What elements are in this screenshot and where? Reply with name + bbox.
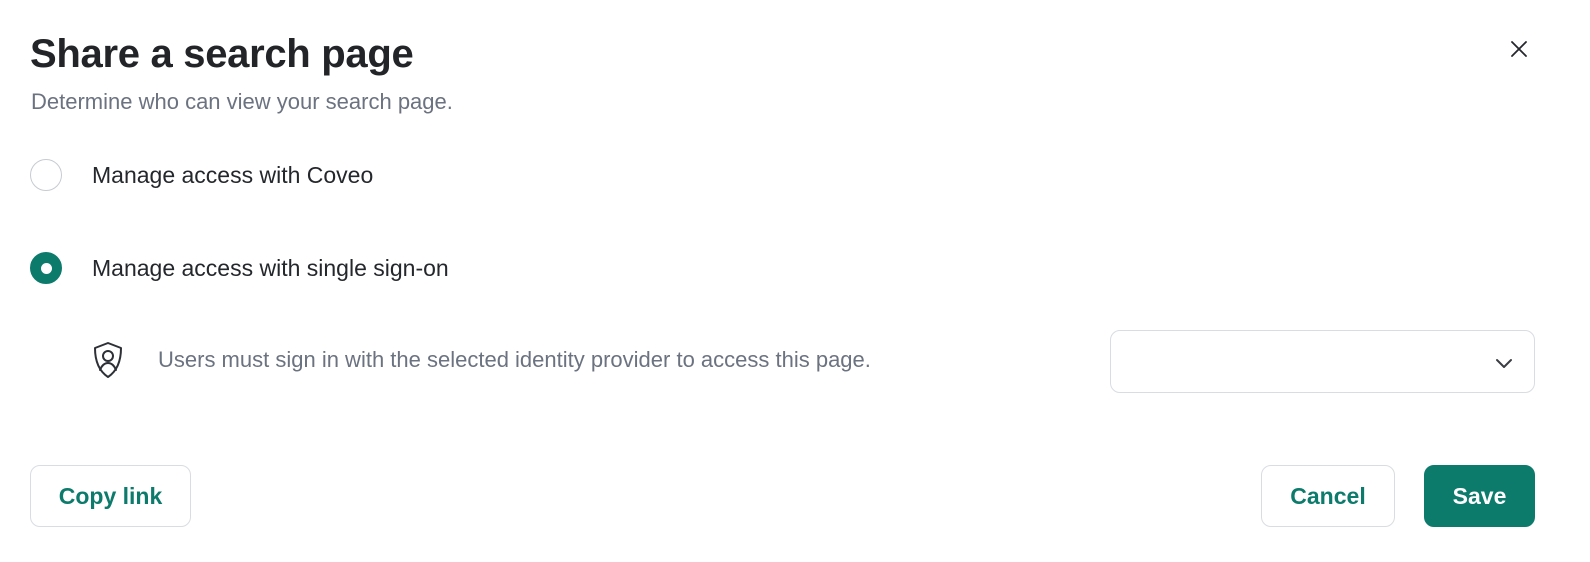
- copy-link-button[interactable]: Copy link: [30, 465, 191, 527]
- cancel-button[interactable]: Cancel: [1261, 465, 1395, 527]
- save-button[interactable]: Save: [1424, 465, 1535, 527]
- dialog-subtitle: Determine who can view your search page.: [31, 89, 453, 114]
- sso-description: Users must sign in with the selected ide…: [158, 347, 871, 372]
- radio-selected-dot: [40, 262, 52, 274]
- share-search-page-dialog: Share a search page Determine who can vi…: [0, 0, 1590, 562]
- radio-label-sso: Manage access with single sign-on: [92, 255, 449, 281]
- shield-user-icon: [90, 340, 126, 380]
- close-icon: [1511, 41, 1527, 57]
- radio-option-sso[interactable]: Manage access with single sign-on: [30, 251, 449, 285]
- sso-info: Users must sign in with the selected ide…: [90, 340, 871, 380]
- radio-button-sso[interactable]: [30, 252, 62, 284]
- chevron-down-icon: [1496, 359, 1512, 368]
- identity-provider-select[interactable]: [1110, 330, 1535, 393]
- radio-label-coveo: Manage access with Coveo: [92, 162, 374, 188]
- radio-option-coveo[interactable]: Manage access with Coveo: [30, 158, 373, 192]
- dialog-title: Share a search page: [30, 32, 414, 76]
- radio-button-coveo[interactable]: [30, 159, 62, 191]
- close-button[interactable]: [1500, 30, 1538, 68]
